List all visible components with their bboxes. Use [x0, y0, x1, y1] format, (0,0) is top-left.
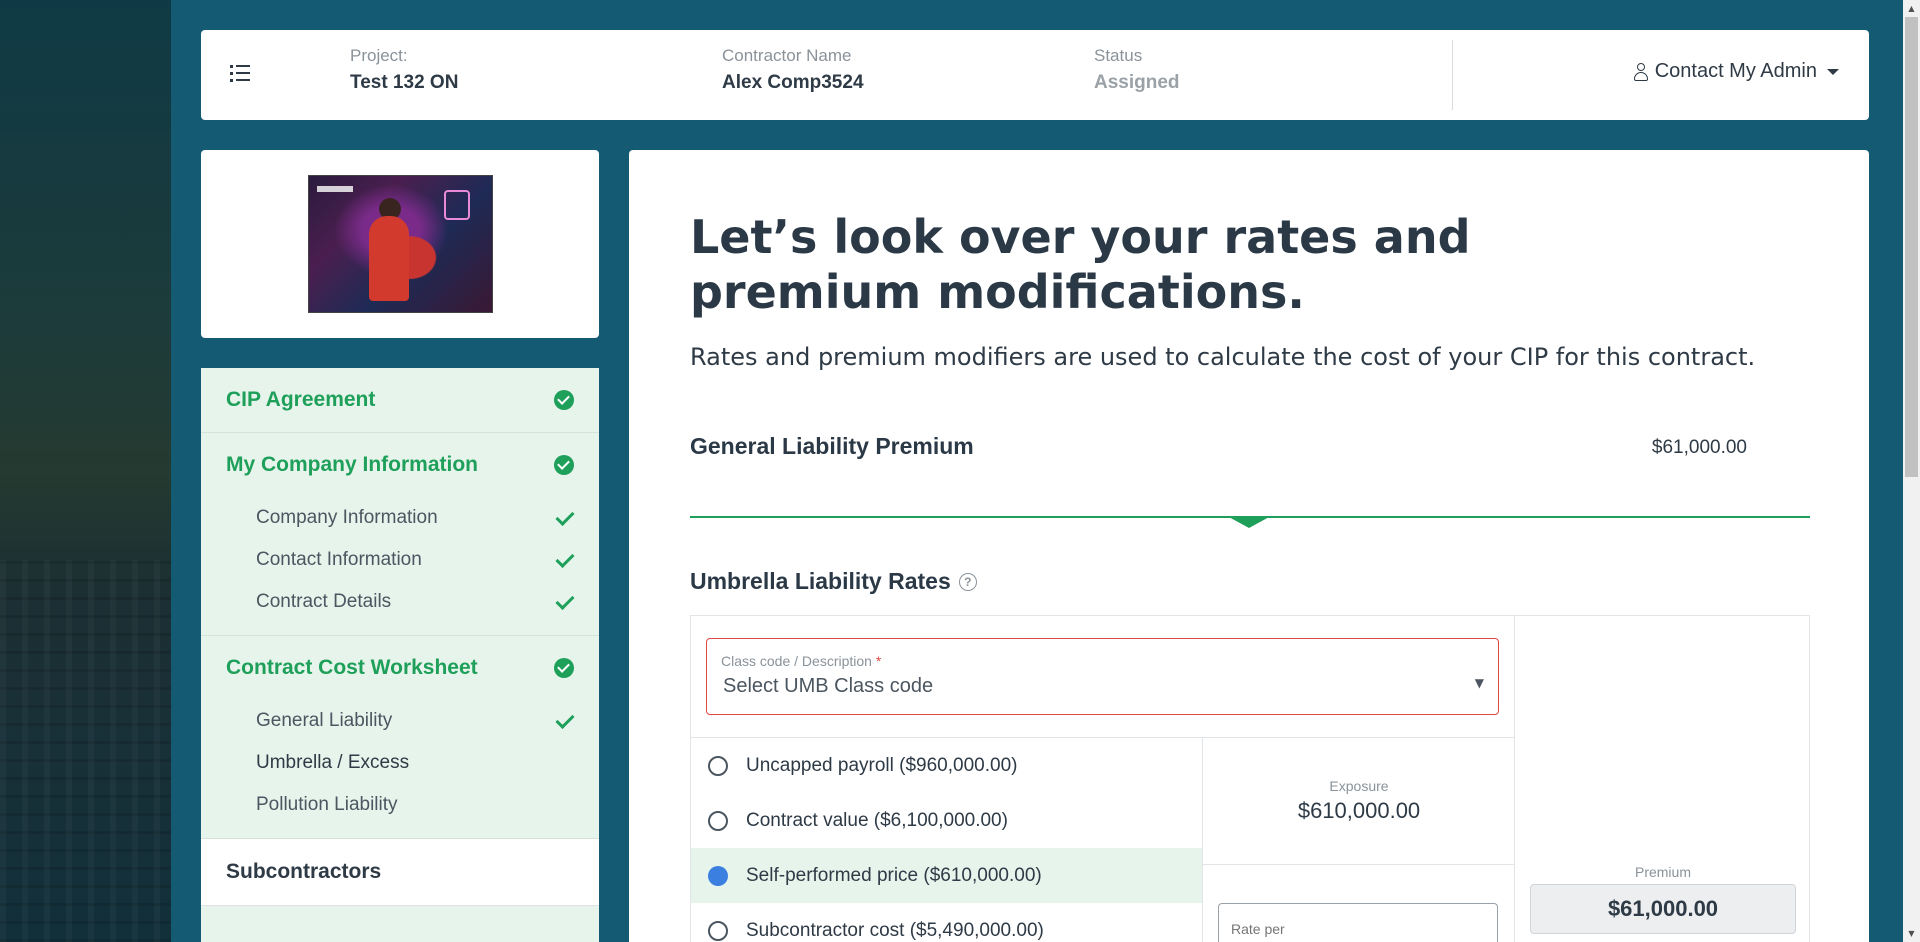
scroll-up-arrow-icon[interactable]: ▲ — [1903, 0, 1920, 17]
sidebar-item-label: My Company Information — [226, 453, 479, 476]
required-mark: * — [875, 653, 882, 669]
exposure-label: Exposure — [1329, 778, 1389, 794]
radio-button[interactable] — [708, 920, 728, 941]
check-circle-icon — [554, 455, 574, 475]
rate-per-input[interactable] — [1218, 903, 1498, 942]
option-label: Uncapped payroll ($960,000.00) — [746, 754, 1018, 776]
sidebar-item-subcontractors[interactable]: Subcontractors — [201, 839, 599, 906]
option-label: Subcontractor cost ($5,490,000.00) — [746, 919, 1044, 941]
contact-admin-dropdown[interactable]: Contact My Admin — [1633, 60, 1839, 83]
nav-section-my-company: My Company Information Company Informati… — [201, 433, 599, 636]
class-code-label-text: Class code / Description — [721, 653, 872, 669]
status-field: Status Assigned — [1094, 46, 1180, 94]
check-icon — [554, 550, 574, 570]
sidebar-subitem-contact-information[interactable]: Contact Information — [201, 539, 599, 581]
project-label: Project: — [350, 46, 408, 65]
contact-admin-label: Contact My Admin — [1654, 60, 1817, 82]
premium-value: $61,000.00 — [1530, 884, 1796, 934]
sidebar-subitem-label: Pollution Liability — [256, 794, 398, 815]
sidebar-item-label: Contract Cost Worksheet — [226, 656, 478, 679]
dropdown-caret-icon: ▼ — [1474, 676, 1484, 690]
page-title: Let’s look over your rates and premium m… — [690, 210, 1471, 319]
general-liability-accordion-header[interactable]: General Liability Premium $61,000.00 — [690, 433, 1810, 460]
help-icon[interactable]: ? — [958, 572, 977, 591]
sidebar-subitem-company-information[interactable]: Company Information — [201, 497, 599, 539]
header-divider — [1452, 40, 1453, 110]
background-photo — [0, 0, 171, 942]
sidebar-subitem-label: Contact Information — [256, 549, 422, 570]
exposure-value: $610,000.00 — [1297, 798, 1421, 823]
general-liability-amount: $61,000.00 — [1651, 437, 1747, 458]
radio-button[interactable] — [708, 755, 728, 776]
exposure-cell: Exposure $610,000.00 — [1202, 737, 1515, 865]
rate-table-left: Class code / Description * Select UMB Cl… — [691, 616, 1515, 942]
option-contract-value[interactable]: Contract value ($6,100,000.00) — [691, 793, 1202, 848]
user-icon — [1633, 62, 1649, 81]
sidebar-item-my-company-information[interactable]: My Company Information — [201, 433, 599, 497]
check-circle-icon — [554, 390, 574, 410]
accordion-arrow-icon[interactable] — [1227, 516, 1271, 528]
contractor-label: Contractor Name — [722, 46, 852, 65]
check-icon — [554, 592, 574, 612]
status-label: Status — [1094, 46, 1143, 65]
general-liability-title: General Liability Premium — [690, 433, 974, 459]
project-field: Project: Test 132 ON — [350, 46, 458, 94]
scroll-down-arrow-icon[interactable]: ▼ — [1903, 925, 1920, 942]
class-code-select[interactable]: Class code / Description * Select UMB Cl… — [706, 638, 1499, 715]
check-circle-icon — [554, 658, 574, 678]
header-bar: Project: Test 132 ON Contractor Name Ale… — [201, 30, 1869, 120]
radio-button-selected[interactable] — [708, 865, 728, 886]
content-card: Let’s look over your rates and premium m… — [629, 150, 1869, 942]
sidebar-nav: CIP Agreement My Company Information Com… — [201, 368, 599, 942]
sidebar-item-label: CIP Agreement — [226, 388, 376, 411]
check-icon — [554, 508, 574, 528]
sidebar-subitem-label: Company Information — [256, 507, 438, 528]
option-uncapped-payroll[interactable]: Uncapped payroll ($960,000.00) — [691, 738, 1202, 793]
sidebar-subitem-pollution-liability[interactable]: Pollution Liability — [201, 784, 599, 826]
sidebar-subitem-label: Contract Details — [256, 591, 392, 612]
page-subtitle: Rates and premium modifiers are used to … — [690, 343, 1756, 371]
nav-section-contract-cost: Contract Cost Worksheet General Liabilit… — [201, 636, 599, 839]
nav-section-cip-agreement: CIP Agreement — [201, 368, 599, 433]
sidebar-subitem-label: General Liability — [256, 710, 393, 731]
class-code-label: Class code / Description * — [721, 653, 881, 669]
option-subcontractor-cost[interactable]: Subcontractor cost ($5,490,000.00) — [691, 903, 1202, 942]
contractor-field: Contractor Name Alex Comp3524 — [722, 46, 864, 94]
sidebar-item-cip-agreement[interactable]: CIP Agreement — [201, 368, 599, 432]
page-scrollbar[interactable]: ▲ ▼ — [1903, 0, 1920, 942]
premium-cell: Premium $61,000.00 — [1515, 616, 1811, 942]
logo-card — [201, 150, 599, 338]
sidebar-subitem-general-liability[interactable]: General Liability — [201, 700, 599, 742]
status-value: Assigned — [1094, 72, 1180, 93]
option-label: Contract value ($6,100,000.00) — [746, 809, 1008, 831]
scrollbar-thumb[interactable] — [1905, 17, 1918, 477]
radio-button[interactable] — [708, 810, 728, 831]
umbrella-rate-table: Class code / Description * Select UMB Cl… — [690, 615, 1810, 942]
check-icon — [554, 711, 574, 731]
rate-cell — [1202, 865, 1515, 942]
project-value: Test 132 ON — [350, 72, 459, 93]
sidebar-subitem-umbrella-excess[interactable]: Umbrella / Excess — [201, 742, 599, 784]
option-label: Self-performed price ($610,000.00) — [746, 864, 1042, 886]
umbrella-rates-title: Umbrella Liability Rates — [690, 568, 951, 594]
umbrella-rates-heading: Umbrella Liability Rates ? — [690, 568, 977, 595]
exposure-basis-options: Uncapped payroll ($960,000.00) Contract … — [691, 737, 1202, 942]
class-code-value: Select UMB Class code — [723, 675, 934, 697]
contractor-value: Alex Comp3524 — [722, 72, 864, 93]
option-self-performed-price[interactable]: Self-performed price ($610,000.00) — [691, 848, 1202, 903]
sidebar-item-label: Subcontractors — [226, 860, 382, 883]
premium-label: Premium — [1634, 864, 1691, 880]
sidebar-item-contract-cost-worksheet[interactable]: Contract Cost Worksheet — [201, 636, 599, 700]
sidebar-subitem-label: Umbrella / Excess — [256, 752, 410, 773]
caret-down-icon — [1827, 68, 1839, 75]
list-menu-icon[interactable] — [230, 64, 252, 84]
sidebar-subitem-contract-details[interactable]: Contract Details — [201, 581, 599, 623]
company-logo-image — [308, 175, 493, 313]
